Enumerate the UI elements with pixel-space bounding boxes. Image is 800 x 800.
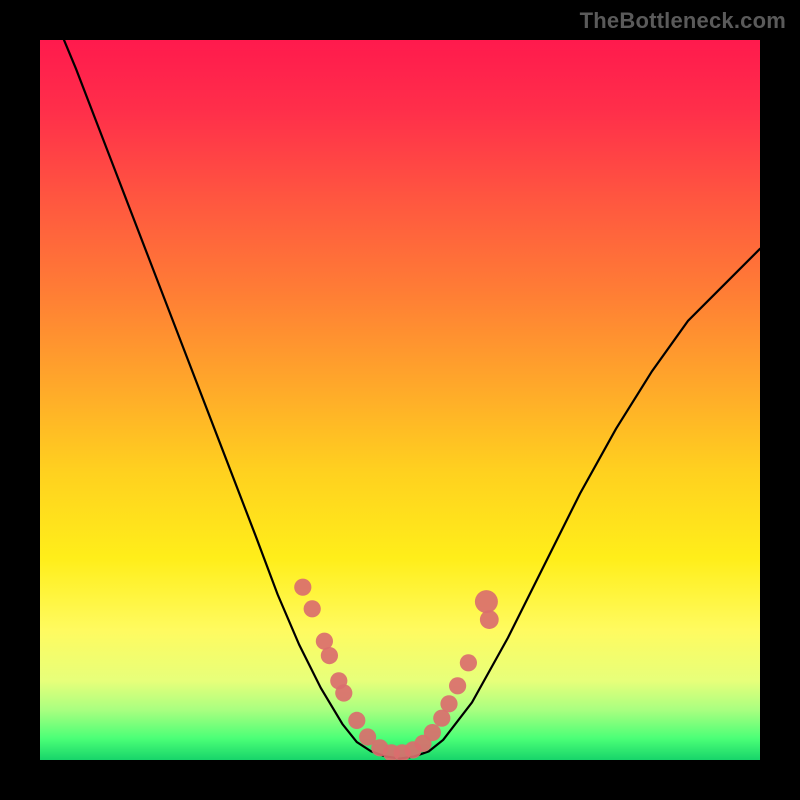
chart-frame: TheBottleneck.com [0,0,800,800]
curve-marker [348,712,365,729]
curve-marker [480,610,499,629]
curve-marker [424,724,441,741]
plot-area [40,40,760,760]
curve-marker [460,654,477,671]
curve-marker [440,695,457,712]
curve-markers [294,579,499,760]
watermark-label: TheBottleneck.com [580,8,786,34]
curve-marker [335,684,352,701]
bottleneck-curve [40,40,760,759]
curve-layer [40,40,760,760]
curve-marker [304,600,321,617]
curve-marker [321,647,338,664]
curve-marker [449,677,466,694]
curve-marker [294,579,311,596]
curve-marker [475,590,498,613]
